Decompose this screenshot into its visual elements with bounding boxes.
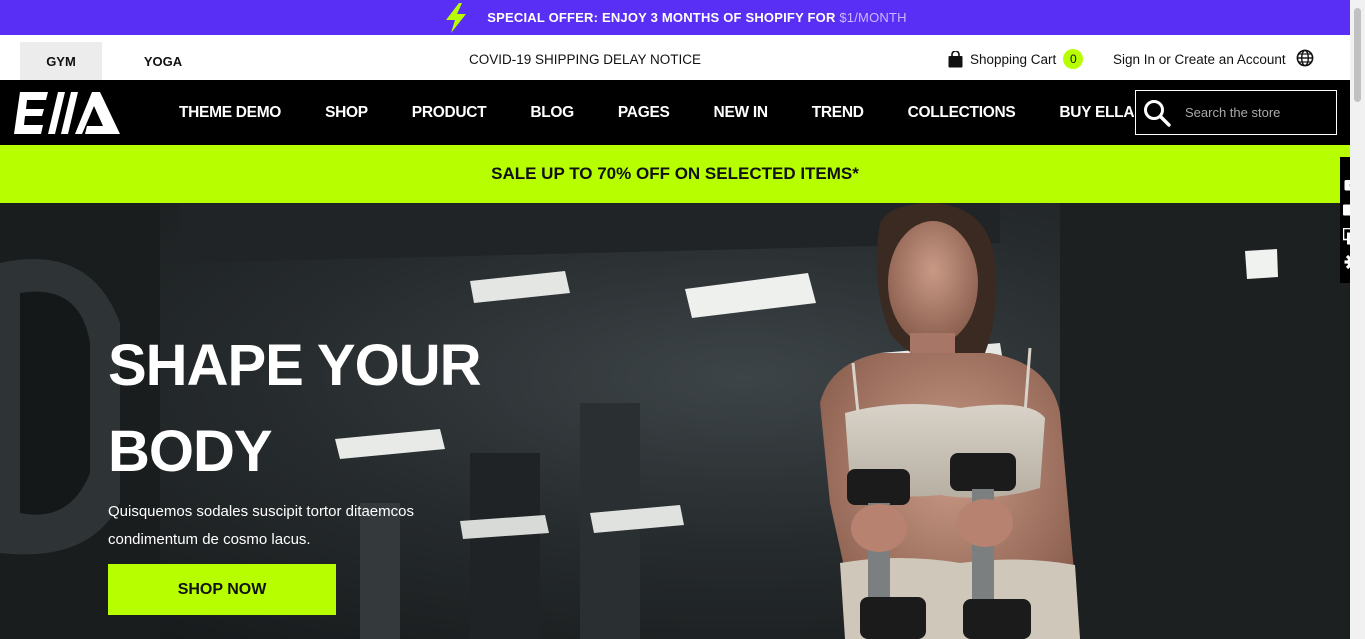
shop-now-button[interactable]: SHOP NOW [108,564,336,615]
cart-count-badge: 0 [1063,49,1084,69]
tab-gym[interactable]: GYM [20,42,102,80]
top-bar: GYM YOGA COVID-19 SHIPPING DELAY NOTICE … [0,35,1350,80]
nav-item-collections[interactable]: COLLECTIONS [908,104,1016,122]
promo-bar[interactable]: SPECIAL OFFER: ENJOY 3 MONTHS OF SHOPIFY… [0,0,1350,35]
globe-icon[interactable] [1296,49,1314,67]
page-scrollbar[interactable] [1350,0,1365,639]
search-box[interactable] [1135,90,1337,135]
search-icon[interactable] [1143,99,1171,127]
account-link[interactable]: Sign In or Create an Account [1113,52,1286,67]
hero-banner: SHAPE YOUR BODY Quisquemos sodales susci… [0,203,1350,639]
cart-label: Shopping Cart [970,51,1057,67]
lightning-bolt-icon [446,2,467,33]
nav-item-blog[interactable]: BLOG [530,104,574,122]
hero-title: SHAPE YOUR BODY [108,323,481,495]
hero-title-line2: BODY [108,419,273,484]
sale-banner[interactable]: SALE UP TO 70% OFF ON SELECTED ITEMS* [0,145,1350,203]
search-input[interactable] [1185,105,1325,120]
shopping-bag-icon [948,50,963,67]
shopping-cart-link[interactable]: Shopping Cart 0 [948,49,1084,69]
ella-logo[interactable] [14,92,122,134]
nav-item-theme-demo[interactable]: THEME DEMO [179,104,281,122]
hero-title-line1: SHAPE YOUR [108,333,481,398]
shipping-notice-link[interactable]: COVID-19 SHIPPING DELAY NOTICE [440,52,730,67]
promo-price: $1/MONTH [839,10,907,25]
nav-item-buy-ella[interactable]: BUY ELLA [1059,104,1134,122]
nav-item-product[interactable]: PRODUCT [412,104,487,122]
nav-item-trend[interactable]: TREND [812,104,864,122]
nav-item-new-in[interactable]: NEW IN [714,104,768,122]
nav-item-shop[interactable]: SHOP [325,104,368,122]
nav-menu: THEME DEMO SHOP PRODUCT BLOG PAGES NEW I… [179,80,1135,145]
main-nav: THEME DEMO SHOP PRODUCT BLOG PAGES NEW I… [0,80,1350,145]
nav-item-pages[interactable]: PAGES [618,104,670,122]
tab-yoga[interactable]: YOGA [122,42,204,80]
hero-description: Quisquemos sodales suscipit tortor ditae… [108,503,414,548]
scrollbar-thumb[interactable] [1354,8,1361,102]
promo-text: SPECIAL OFFER: ENJOY 3 MONTHS OF SHOPIFY… [487,10,836,25]
